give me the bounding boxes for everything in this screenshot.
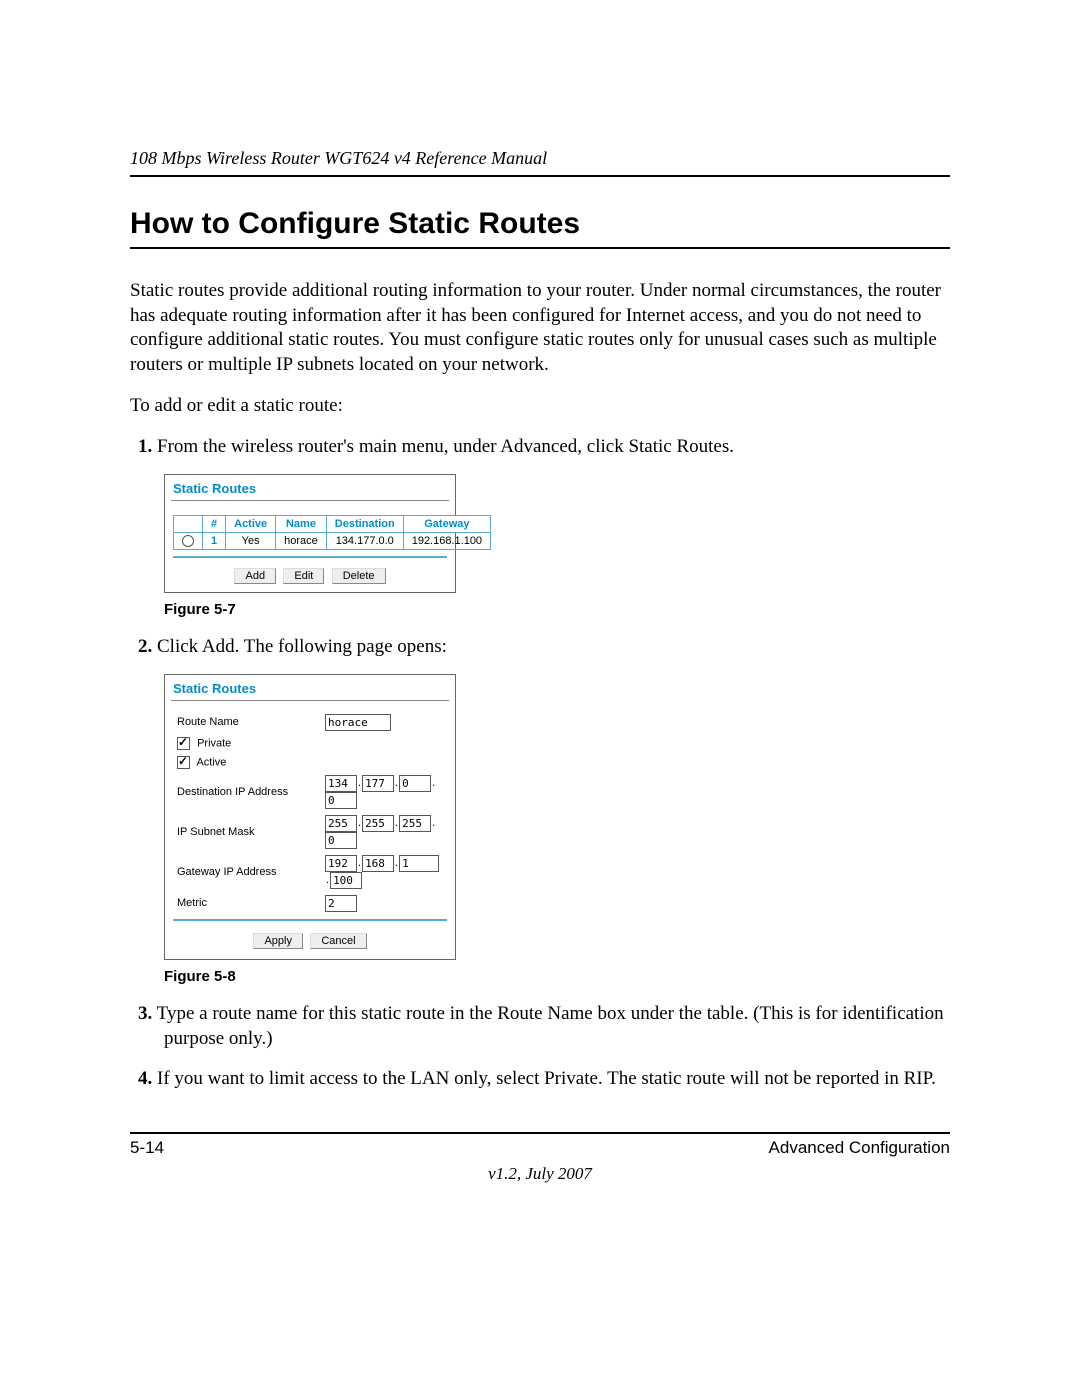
delete-button[interactable]: Delete bbox=[332, 568, 386, 584]
intro-paragraph: Static routes provide additional routing… bbox=[130, 279, 950, 378]
dest-ip-octet-2[interactable]: 177 bbox=[362, 775, 394, 792]
addedit-lead: To add or edit a static route: bbox=[130, 394, 950, 419]
section-heading: How to Configure Static Routes bbox=[130, 207, 950, 241]
step-2: 2. Click Add. The following page opens: bbox=[164, 634, 950, 660]
step-3: 3. Type a route name for this static rou… bbox=[164, 1001, 950, 1052]
figure-caption-5-8: Figure 5-8 bbox=[164, 968, 950, 985]
col-select bbox=[174, 516, 203, 533]
active-checkbox[interactable] bbox=[177, 756, 190, 769]
step-number: 3. bbox=[138, 1003, 152, 1024]
step-number: 4. bbox=[138, 1068, 152, 1089]
subnet-octet-3[interactable]: 255 bbox=[399, 815, 431, 832]
dest-ip-label: Destination IP Address bbox=[173, 772, 321, 812]
step-number: 1. bbox=[138, 436, 152, 457]
footer-section: Advanced Configuration bbox=[769, 1138, 950, 1158]
add-button[interactable]: Add bbox=[234, 568, 276, 584]
static-routes-form-panel: Static Routes Route Name horace Private bbox=[164, 674, 456, 960]
subnet-label: IP Subnet Mask bbox=[173, 812, 321, 852]
page-number: 5-14 bbox=[130, 1138, 164, 1158]
footer-version: v1.2, July 2007 bbox=[130, 1164, 950, 1184]
cell-destination: 134.177.0.0 bbox=[326, 533, 403, 550]
edit-button[interactable]: Edit bbox=[283, 568, 324, 584]
gateway-octet-2[interactable]: 168 bbox=[362, 855, 394, 872]
dest-ip-octet-3[interactable]: 0 bbox=[399, 775, 431, 792]
figure-caption-5-7: Figure 5-7 bbox=[164, 601, 950, 618]
step-number: 2. bbox=[138, 636, 152, 657]
gateway-octet-1[interactable]: 192 bbox=[325, 855, 357, 872]
step-text: From the wireless router's main menu, un… bbox=[157, 436, 734, 457]
panel-title: Static Routes bbox=[165, 675, 455, 700]
col-num: # bbox=[203, 516, 226, 533]
gateway-octet-3[interactable]: 1 bbox=[399, 855, 439, 872]
gateway-octet-4[interactable]: 100 bbox=[330, 872, 362, 889]
private-label: Private bbox=[197, 737, 231, 749]
static-routes-list-panel: Static Routes # Active Name Destination … bbox=[164, 474, 456, 593]
heading-rule bbox=[130, 247, 950, 249]
route-name-input[interactable]: horace bbox=[325, 714, 391, 731]
route-name-label: Route Name bbox=[173, 711, 321, 734]
cell-active: Yes bbox=[226, 533, 276, 550]
cell-num: 1 bbox=[203, 533, 226, 550]
step-text: If you want to limit access to the LAN o… bbox=[157, 1068, 936, 1089]
step-text: Type a route name for this static route … bbox=[157, 1003, 944, 1050]
dest-ip-octet-1[interactable]: 134 bbox=[325, 775, 357, 792]
active-label: Active bbox=[196, 756, 226, 768]
subnet-octet-1[interactable]: 255 bbox=[325, 815, 357, 832]
routes-table: # Active Name Destination Gateway 1 Yes … bbox=[173, 515, 491, 550]
subnet-octet-2[interactable]: 255 bbox=[362, 815, 394, 832]
panel-rule bbox=[173, 556, 447, 558]
apply-button[interactable]: Apply bbox=[253, 933, 303, 949]
col-active: Active bbox=[226, 516, 276, 533]
metric-label: Metric bbox=[173, 892, 321, 915]
col-name: Name bbox=[276, 516, 327, 533]
dest-ip-octet-4[interactable]: 0 bbox=[325, 792, 357, 809]
gateway-label: Gateway IP Address bbox=[173, 852, 321, 892]
metric-input[interactable]: 2 bbox=[325, 895, 357, 912]
private-checkbox[interactable] bbox=[177, 737, 190, 750]
table-row: 1 Yes horace 134.177.0.0 192.168.1.100 bbox=[174, 533, 491, 550]
route-select-radio[interactable] bbox=[182, 535, 194, 547]
panel-rule bbox=[173, 919, 447, 921]
col-destination: Destination bbox=[326, 516, 403, 533]
panel-title: Static Routes bbox=[165, 475, 455, 500]
panel-separator bbox=[171, 700, 449, 701]
cell-gateway: 192.168.1.100 bbox=[403, 533, 490, 550]
panel-separator bbox=[171, 500, 449, 501]
col-gateway: Gateway bbox=[403, 516, 490, 533]
manual-title-header: 108 Mbps Wireless Router WGT624 v4 Refer… bbox=[130, 148, 950, 177]
step-4: 4. If you want to limit access to the LA… bbox=[164, 1066, 950, 1092]
subnet-octet-4[interactable]: 0 bbox=[325, 832, 357, 849]
cancel-button[interactable]: Cancel bbox=[310, 933, 366, 949]
cell-name: horace bbox=[276, 533, 327, 550]
step-1: 1. From the wireless router's main menu,… bbox=[164, 434, 950, 460]
step-text: Click Add. The following page opens: bbox=[157, 636, 447, 657]
table-header-row: # Active Name Destination Gateway bbox=[174, 516, 491, 533]
